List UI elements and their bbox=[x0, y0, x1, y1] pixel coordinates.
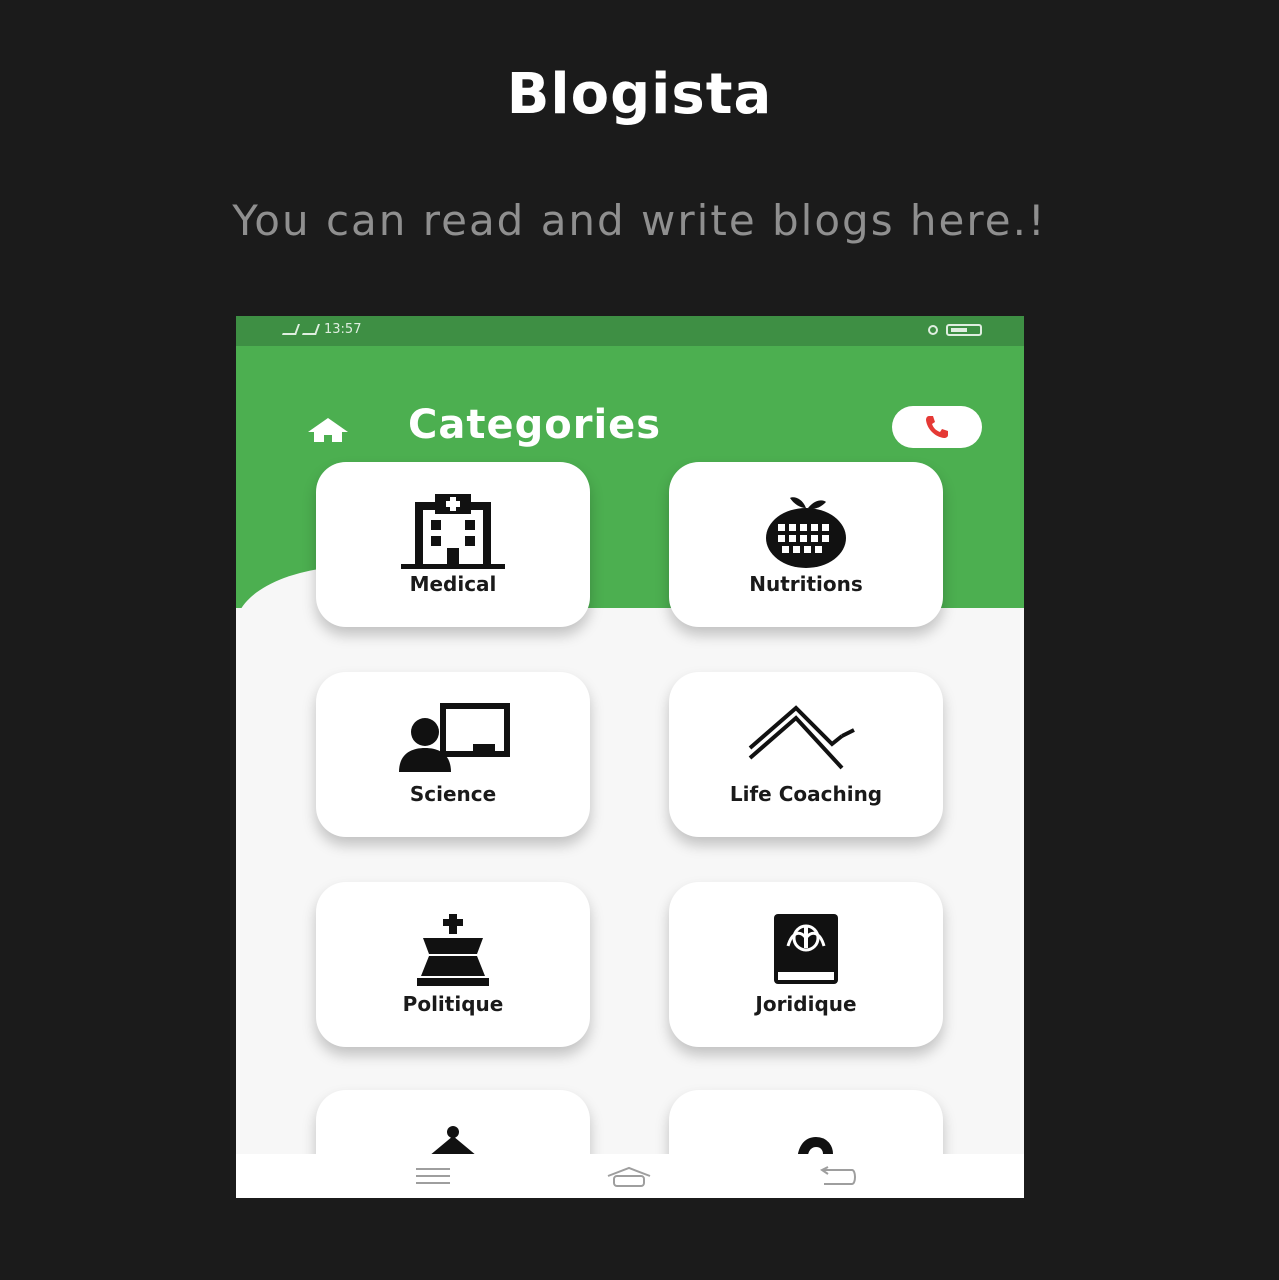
law-book-icon bbox=[774, 914, 838, 984]
signal-icon bbox=[281, 324, 301, 335]
location-icon bbox=[928, 325, 938, 335]
battery-icon bbox=[946, 324, 982, 336]
tagline: You can read and write blogs here.! bbox=[232, 196, 1047, 245]
hospital-icon bbox=[401, 494, 505, 569]
back-icon[interactable] bbox=[818, 1166, 858, 1188]
phone-icon bbox=[926, 416, 948, 438]
category-label: Nutritions bbox=[749, 572, 863, 596]
phone-screenshot: Categories 13:57 Medical Nutritions Scie… bbox=[236, 316, 1024, 1198]
home-outline-icon[interactable] bbox=[604, 1166, 654, 1188]
system-nav-bar bbox=[236, 1154, 1024, 1198]
call-button[interactable] bbox=[892, 406, 982, 448]
category-card-joridique[interactable]: Joridique bbox=[669, 882, 943, 1047]
brand-title: Blogista bbox=[506, 62, 773, 127]
category-card-medical[interactable]: Medical bbox=[316, 462, 590, 627]
category-card-science[interactable]: Science bbox=[316, 672, 590, 837]
page-title: Categories bbox=[408, 402, 662, 448]
teacher-board-icon bbox=[399, 703, 510, 772]
signal-icon bbox=[301, 324, 321, 335]
category-label: Joridique bbox=[755, 992, 857, 1016]
category-label: Medical bbox=[409, 572, 497, 596]
status-time: 13:57 bbox=[324, 322, 362, 337]
home-icon[interactable] bbox=[304, 416, 352, 444]
category-card-life-coaching[interactable]: Life Coaching bbox=[669, 672, 943, 837]
category-label: Science bbox=[409, 782, 497, 806]
chess-king-icon bbox=[417, 914, 489, 986]
zigzag-trend-icon bbox=[748, 705, 855, 770]
status-bar: 13:57 bbox=[236, 316, 1024, 346]
category-label: Life Coaching bbox=[729, 782, 883, 806]
menu-icon[interactable] bbox=[414, 1166, 452, 1186]
category-card-nutritions[interactable]: Nutritions bbox=[669, 462, 943, 627]
category-label: Politique bbox=[402, 992, 504, 1016]
category-card-politique[interactable]: Politique bbox=[316, 882, 590, 1047]
apple-icon bbox=[766, 497, 846, 568]
